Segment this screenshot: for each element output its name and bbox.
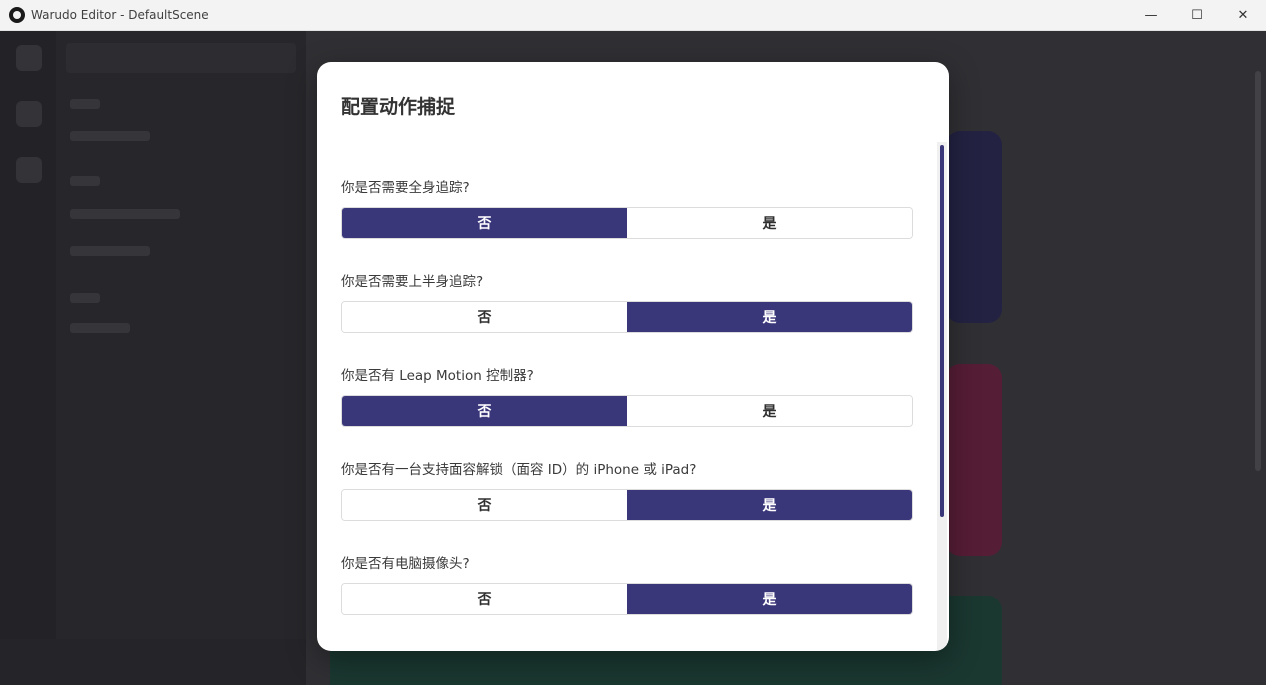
option-yes[interactable]: 是 [627, 208, 912, 238]
close-button[interactable]: ✕ [1220, 0, 1266, 31]
warudo-logo-icon [9, 7, 25, 23]
question-upper-body: 你是否需要上半身追踪? 否 是 [341, 272, 913, 333]
option-no[interactable]: 否 [342, 208, 627, 238]
option-no[interactable]: 否 [342, 584, 627, 614]
maximize-button[interactable]: ☐ [1174, 0, 1220, 31]
toggle-full-body: 否 是 [341, 207, 913, 239]
toggle-face-id: 否 是 [341, 489, 913, 521]
toggle-leap-motion: 否 是 [341, 395, 913, 427]
dialog-body: 你是否需要全身追踪? 否 是 你是否需要上半身追踪? 否 是 你是否有 Leap… [317, 142, 949, 651]
question-label: 你是否需要全身追踪? [341, 180, 470, 196]
option-no[interactable]: 否 [342, 302, 627, 332]
minimize-button[interactable]: — [1128, 0, 1174, 31]
question-label: 你是否需要上半身追踪? [341, 274, 484, 290]
title-bar[interactable]: Warudo Editor - DefaultScene — ☐ ✕ [0, 0, 1266, 31]
question-full-body: 你是否需要全身追踪? 否 是 [341, 178, 913, 239]
option-yes[interactable]: 是 [627, 302, 912, 332]
question-label: 你是否有 Leap Motion 控制器? [341, 368, 534, 384]
option-yes[interactable]: 是 [627, 396, 912, 426]
question-leap-motion: 你是否有 Leap Motion 控制器? 否 是 [341, 366, 913, 427]
scrollbar-thumb[interactable] [940, 145, 944, 517]
dialog-scrollbar[interactable] [937, 142, 947, 651]
question-webcam: 你是否有电脑摄像头? 否 是 [341, 554, 913, 615]
motion-capture-dialog: 配置动作捕捉 你是否需要全身追踪? 否 是 你是否需要上半身追踪? 否 是 你是… [317, 62, 949, 651]
option-no[interactable]: 否 [342, 396, 627, 426]
window-controls: — ☐ ✕ [1128, 0, 1266, 31]
window-title: Warudo Editor - DefaultScene [31, 8, 209, 22]
option-no[interactable]: 否 [342, 490, 627, 520]
toggle-webcam: 否 是 [341, 583, 913, 615]
option-yes[interactable]: 是 [627, 490, 912, 520]
dialog-title: 配置动作捕捉 [341, 96, 456, 118]
app-window: Warudo Editor - DefaultScene — ☐ ✕ 配置动作捕… [0, 0, 1266, 685]
option-yes[interactable]: 是 [627, 584, 912, 614]
question-label: 你是否有电脑摄像头? [341, 556, 470, 572]
question-label: 你是否有一台支持面容解锁（面容 ID）的 iPhone 或 iPad? [341, 462, 697, 478]
toggle-upper-body: 否 是 [341, 301, 913, 333]
question-face-id: 你是否有一台支持面容解锁（面容 ID）的 iPhone 或 iPad? 否 是 [341, 460, 913, 521]
